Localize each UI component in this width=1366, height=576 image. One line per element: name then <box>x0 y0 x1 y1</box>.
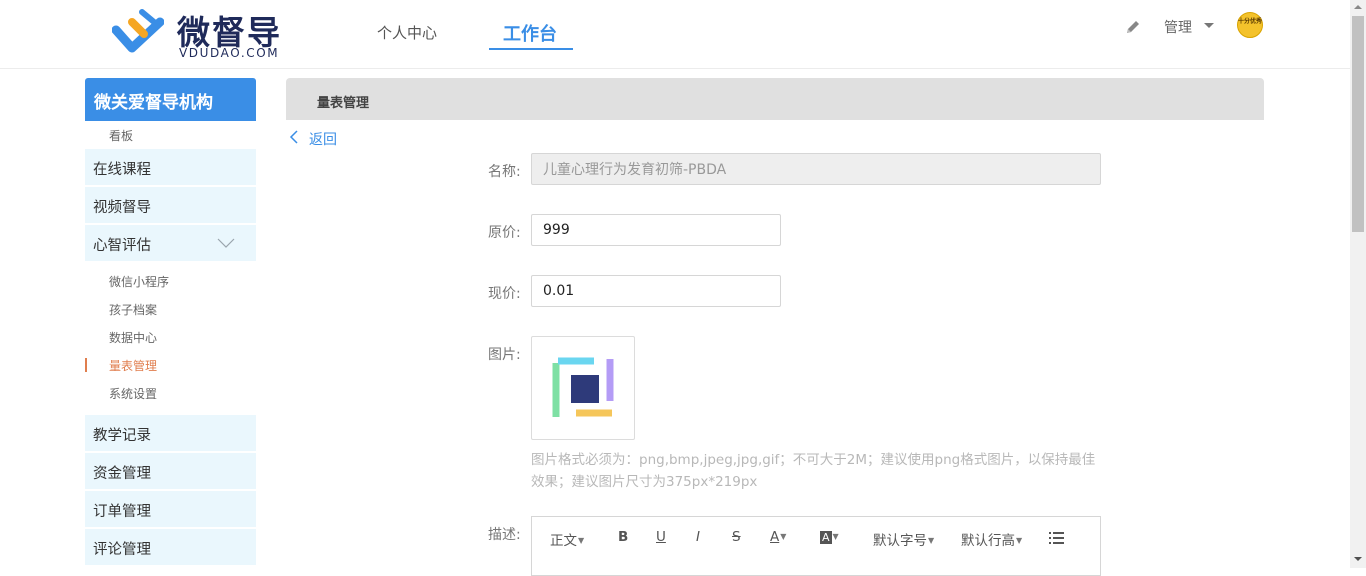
pencil-icon[interactable] <box>1124 18 1142 36</box>
scale-thumbnail-image <box>552 357 614 417</box>
image-format-hint: 图片格式必须为：png,bmp,jpeg,jpg,gif；不可大于2M；建议使用… <box>531 452 1096 490</box>
sidebar-item-video-supervision[interactable]: 视频督导 <box>85 187 256 223</box>
sidebar-item-comments[interactable]: 评论管理 <box>85 529 256 565</box>
top-header: 微督导 VDUDAO.COM 个人中心 工作台 管理 十分优秀 <box>0 0 1350 69</box>
sidebar-sub-item-scale-management[interactable]: 量表管理 <box>109 357 157 374</box>
active-indicator <box>85 358 87 372</box>
paragraph-format-dropdown[interactable]: 正文▼ <box>550 529 584 549</box>
vertical-scrollbar[interactable] <box>1350 0 1366 568</box>
scroll-down-arrow[interactable] <box>1354 557 1362 561</box>
scroll-up-arrow[interactable] <box>1354 5 1362 9</box>
sidebar-item-board[interactable]: 看板 <box>109 127 133 144</box>
back-label: 返回 <box>309 132 337 148</box>
strikethrough-button[interactable]: S <box>732 529 741 545</box>
scroll-thumb[interactable] <box>1352 16 1364 232</box>
back-arrow-icon <box>289 130 298 144</box>
bold-button[interactable]: B <box>618 529 628 545</box>
current-price-field[interactable] <box>531 275 781 307</box>
paragraph-format-label: 正文 <box>550 533 577 549</box>
logo-subtitle: VDUDAO.COM <box>179 46 280 60</box>
original-price-label: 原价: <box>488 225 521 241</box>
sidebar-item-teaching-records[interactable]: 教学记录 <box>85 415 256 451</box>
underline-button[interactable]: U <box>656 529 666 545</box>
tab-workbench[interactable]: 工作台 <box>503 20 557 46</box>
sidebar-sub-item-system-settings[interactable]: 系统设置 <box>109 385 157 402</box>
sidebar-sub-item-data-center[interactable]: 数据中心 <box>109 329 157 346</box>
image-label: 图片: <box>488 347 521 363</box>
sidebar-item-label: 心智评估 <box>93 238 151 254</box>
sidebar-sub-item-child-records[interactable]: 孩子档案 <box>109 301 157 318</box>
image-upload[interactable] <box>531 336 635 440</box>
background-color-dropdown[interactable]: A ▼ <box>820 529 839 545</box>
org-name[interactable]: 微关爱督导机构 <box>85 78 256 121</box>
current-price-label: 现价: <box>488 286 521 302</box>
font-color-dropdown[interactable]: A▼ <box>770 529 786 545</box>
page-title: 量表管理 <box>286 78 1264 120</box>
chevron-down-icon[interactable] <box>217 238 235 248</box>
font-size-label: 默认字号 <box>873 533 927 549</box>
list-icon[interactable] <box>1049 531 1065 545</box>
avatar[interactable]: 十分优秀 <box>1237 12 1263 38</box>
active-tab-underline <box>489 48 573 50</box>
sidebar-item-orders[interactable]: 订单管理 <box>85 491 256 527</box>
sidebar-item-online-course[interactable]: 在线课程 <box>85 149 256 185</box>
font-size-dropdown[interactable]: 默认字号▼ <box>873 529 934 549</box>
tab-personal-center[interactable]: 个人中心 <box>377 22 437 43</box>
logo-icon <box>112 9 164 53</box>
line-height-label: 默认行高 <box>961 533 1015 549</box>
rich-text-editor[interactable]: 正文▼ B U I S A▼ A ▼ 默认字号▼ 默认行高▼ <box>531 516 1101 576</box>
chevron-down-icon[interactable] <box>1204 23 1214 28</box>
sidebar-item-finance[interactable]: 资金管理 <box>85 453 256 489</box>
line-height-dropdown[interactable]: 默认行高▼ <box>961 529 1022 549</box>
background-color-label: A <box>820 531 832 544</box>
name-label: 名称: <box>488 164 521 180</box>
italic-button[interactable]: I <box>696 529 700 545</box>
name-field[interactable] <box>531 153 1101 185</box>
admin-menu[interactable]: 管理 <box>1164 17 1192 37</box>
description-label: 描述: <box>488 527 521 543</box>
font-color-label: A <box>770 529 780 545</box>
original-price-field[interactable] <box>531 214 781 246</box>
sidebar-sub-item-wechat-miniprogram[interactable]: 微信小程序 <box>109 273 169 290</box>
